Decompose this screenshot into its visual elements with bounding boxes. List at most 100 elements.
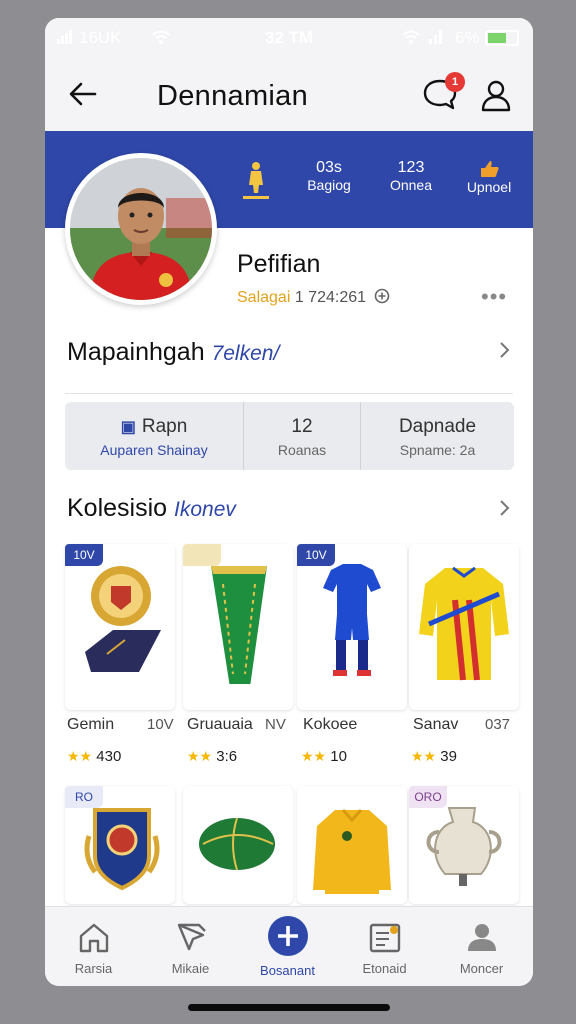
top-app-bar: Dennamian 1 [45, 58, 533, 131]
add-circle-icon[interactable] [374, 288, 390, 304]
thumbs-up-icon [481, 161, 499, 177]
card-rating: ★★ 430 [67, 748, 121, 765]
collection-card[interactable] [183, 786, 293, 904]
card-number: 10V [147, 716, 174, 733]
home-icon [79, 923, 108, 953]
star-icon: ★★ [67, 748, 93, 764]
battery-icon [485, 30, 519, 46]
nav-item-bosanant[interactable]: Bosanant [239, 907, 336, 986]
collection-card[interactable] [183, 544, 293, 710]
nav-item-mikaie[interactable]: Mikaie [142, 907, 239, 986]
banner-stat-label: Upnoel [466, 179, 512, 195]
cellular-icon [429, 30, 445, 44]
stats-box: ▣ Rapn Auparen Shainay 12 Roanas Dapnade … [65, 402, 514, 470]
card-name: Gruauaia [187, 716, 253, 733]
jersey-item-image [419, 566, 509, 681]
home-indicator[interactable] [188, 1004, 390, 1011]
card-rating-value: 430 [96, 748, 122, 765]
card-number: NV [265, 716, 286, 733]
wifi-icon [152, 30, 170, 44]
card-tag: ORO [409, 786, 447, 808]
card-tag: 10V [297, 544, 335, 566]
nav-label: Rarsia [74, 961, 113, 976]
nav-label: Mikaie [171, 961, 210, 976]
card-rating: ★★ 10 [301, 748, 347, 765]
user-icon[interactable] [479, 78, 513, 112]
card-rating: ★★ 39 [411, 748, 457, 765]
add-icon [267, 916, 308, 956]
back-arrow-icon[interactable] [67, 78, 99, 110]
stat-cell-count[interactable]: 12 Roanas [244, 402, 360, 470]
collection-card[interactable]: 10V [297, 544, 407, 710]
nav-item-etonaid[interactable]: Etonaid [336, 907, 433, 986]
stat-cell-bottom: Auparen Shainay [100, 442, 208, 458]
collection-card[interactable] [409, 544, 519, 710]
ball-item-image [199, 817, 275, 871]
card-rating-value: 39 [440, 748, 457, 765]
card-rating-value: 3:6 [216, 748, 238, 765]
stat-cell-bottom: Spname: 2a [399, 442, 476, 458]
star-icon: ★★ [411, 748, 437, 764]
collection-card[interactable] [297, 786, 407, 904]
card-name: Sanav [413, 716, 459, 733]
trophy-figure-icon [243, 162, 269, 199]
card-name: Gemin [67, 716, 115, 733]
banner-stat-bagiog[interactable]: 03s Bagiog [299, 159, 359, 193]
stat-cell-top-text: Rapn [141, 416, 188, 437]
phone-screen: 16UK 32 TM 6% Dennamian 1 03s Bagiog 123… [45, 18, 533, 986]
banner-stat-figure[interactable] [239, 159, 273, 204]
card-rating: ★★ 3:6 [187, 748, 237, 765]
card-rating-value: 10 [330, 748, 347, 765]
page-title: Dennamian [157, 80, 309, 112]
stat-cell-top: Dapnade [398, 416, 477, 437]
avatar[interactable] [65, 153, 217, 305]
banner-stat-onnea[interactable]: 123 Onnea [379, 159, 443, 193]
star-icon: ★★ [187, 748, 213, 764]
banner-stat-upnoel[interactable]: Upnoel [457, 159, 521, 195]
collection-card[interactable]: ORO [409, 786, 519, 904]
profile-sub-detail: 1 724:261 [294, 289, 367, 306]
profile-sub-highlight: Salagai [237, 289, 291, 306]
banner-stat-label: Bagiog [307, 177, 351, 193]
stat-cell-dapnade[interactable]: Dapnade Spname: 2a [361, 402, 514, 470]
card-tag: RO [65, 786, 103, 808]
stat-cell-rapn[interactable]: ▣ Rapn Auparen Shainay [65, 402, 243, 470]
stat-cell-top: ▣ Rapn [65, 416, 243, 438]
section-tag: 7elken/ [211, 342, 280, 365]
card-icon [369, 923, 400, 953]
section-tag: Ikonev [174, 498, 236, 521]
banner-stat-label: Onnea [389, 177, 433, 193]
bottom-navigation: Rarsia Mikaie Bosanant Etonaid Moncer [45, 906, 533, 986]
nav-label: Moncer [459, 961, 504, 976]
profile-subtitle: Salagai 1 724:261 [237, 288, 390, 307]
section-title-main: Mapainhgah 7elken/ [67, 338, 279, 367]
stat-cell-top: 12 [291, 416, 313, 437]
section-title-collection: Kolesisio Ikonev [67, 494, 236, 523]
banner-stat-value: 03s [316, 159, 342, 176]
section-title-text: Mapainhgah [67, 338, 205, 366]
nav-item-rarsia[interactable]: Rarsia [45, 907, 142, 986]
nav-item-moncer[interactable]: Moncer [433, 907, 530, 986]
nav-label: Etonaid [362, 961, 407, 976]
notification-badge: 1 [445, 72, 465, 92]
profile-name: Pefifian [237, 250, 321, 278]
collection-card[interactable]: RO [65, 786, 175, 904]
chevron-right-icon[interactable] [494, 498, 514, 518]
card-number: 037 [485, 716, 511, 733]
battery-percent: 6% [455, 28, 480, 47]
nav-label: Bosanant [260, 963, 315, 978]
chevron-right-icon[interactable] [494, 340, 514, 360]
wifi-icon [402, 30, 420, 44]
divider [65, 393, 513, 394]
card-tag: 10V [65, 544, 103, 566]
profile-icon [467, 924, 496, 951]
status-time: 32 TM [265, 28, 314, 47]
collection-card[interactable]: 10V [65, 544, 175, 710]
star-icon: ★★ [301, 748, 327, 764]
more-options-icon[interactable]: ••• [481, 284, 507, 310]
yellow-jersey-item-image [313, 808, 391, 894]
signal-icon [57, 30, 73, 44]
banner-stat-value: 123 [397, 159, 425, 176]
stat-cell-bottom: Roanas [277, 442, 327, 458]
card-name: Kokoee [303, 716, 358, 733]
